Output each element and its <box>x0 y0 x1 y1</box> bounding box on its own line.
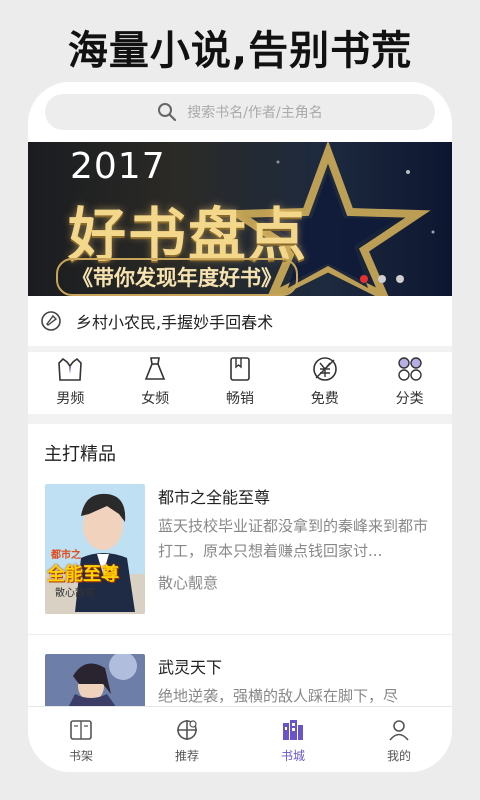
phone-screen: 搜索书名/作者/主角名 2017 好书盘点 《带你发现年度好书》 乡村小农民,手… <box>28 82 452 772</box>
category-nav: 男频 女频 畅销 免费 分类 <box>28 352 452 414</box>
category-free[interactable]: 免费 <box>282 352 367 414</box>
category-classify[interactable]: 分类 <box>367 352 452 414</box>
category-bestseller[interactable]: 畅销 <box>198 352 283 414</box>
book-description: 蓝天技校毕业证都没拿到的秦峰来到都市打工，原本只想着赚点钱回家讨... <box>158 517 429 560</box>
profile-icon <box>389 720 409 741</box>
book-item[interactable]: 都市之 全能至尊 散心靓意 都市之全能至尊 蓝天技校毕业证都没拿到的秦峰来到都市… <box>28 484 452 634</box>
book-cover[interactable] <box>45 654 145 714</box>
divider <box>28 414 452 424</box>
tab-label: 我的 <box>386 749 411 763</box>
promo-banner[interactable]: 2017 好书盘点 《带你发现年度好书》 <box>28 142 452 296</box>
bottom-tab-bar: 书架 推荐 书城 我的 <box>28 706 452 772</box>
tab-label: 推荐 <box>174 749 199 763</box>
book-item[interactable]: 武灵天下 绝地逆袭，强横的敌人踩在脚下，尽 <box>28 654 452 714</box>
carousel-dot[interactable] <box>360 275 368 283</box>
cover-author: 散心靓意 <box>55 588 95 599</box>
notice-text: 乡村小农民,手握妙手回春术 <box>76 313 274 332</box>
tab-label: 书架 <box>68 749 93 763</box>
search-input[interactable]: 搜索书名/作者/主角名 <box>45 94 435 130</box>
suit-icon <box>58 357 83 381</box>
bookshelf-icon <box>70 720 92 740</box>
bookstore-icon <box>283 720 303 740</box>
free-yen-icon <box>312 357 337 381</box>
promo-headline: 海量小说,告别书荒 <box>67 28 413 74</box>
grid-icon <box>397 357 422 381</box>
category-male[interactable]: 男频 <box>28 352 113 414</box>
carousel-dot[interactable] <box>396 275 404 283</box>
tab-bookstore[interactable]: 书城 <box>240 707 346 772</box>
search-bar: 搜索书名/作者/主角名 <box>28 82 452 142</box>
recommend-icon <box>177 720 197 740</box>
dress-icon <box>145 357 166 380</box>
book-title: 都市之全能至尊 <box>158 488 271 507</box>
notice-bar[interactable]: 乡村小农民,手握妙手回春术 <box>28 296 452 346</box>
category-label: 女频 <box>141 391 170 407</box>
bookmark-book-icon <box>230 357 250 381</box>
tab-label: 书城 <box>280 749 305 763</box>
megaphone-icon <box>41 311 61 331</box>
carousel-indicator <box>360 275 404 283</box>
search-placeholder: 搜索书名/作者/主角名 <box>187 105 323 121</box>
category-label: 男频 <box>56 391 85 407</box>
banner-year: 2017 <box>70 146 166 187</box>
book-title: 武灵天下 <box>158 658 223 677</box>
carousel-dot[interactable] <box>378 275 386 283</box>
banner-subtitle: 《带你发现年度好书》 <box>56 258 298 296</box>
book-author: 散心靓意 <box>158 574 219 592</box>
cover-series: 都市之 <box>51 550 81 561</box>
book-cover[interactable]: 都市之 全能至尊 散心靓意 <box>45 484 145 614</box>
tab-bookshelf[interactable]: 书架 <box>28 707 134 772</box>
tab-profile[interactable]: 我的 <box>346 707 452 772</box>
divider <box>28 634 452 635</box>
category-label: 畅销 <box>225 391 254 407</box>
section-title: 主打精品 <box>44 444 116 465</box>
cover-title: 全能至尊 <box>47 564 119 585</box>
search-icon <box>158 103 177 122</box>
tab-recommend[interactable]: 推荐 <box>134 707 240 772</box>
category-label: 免费 <box>310 391 339 407</box>
category-label: 分类 <box>395 391 424 407</box>
category-female[interactable]: 女频 <box>113 352 198 414</box>
